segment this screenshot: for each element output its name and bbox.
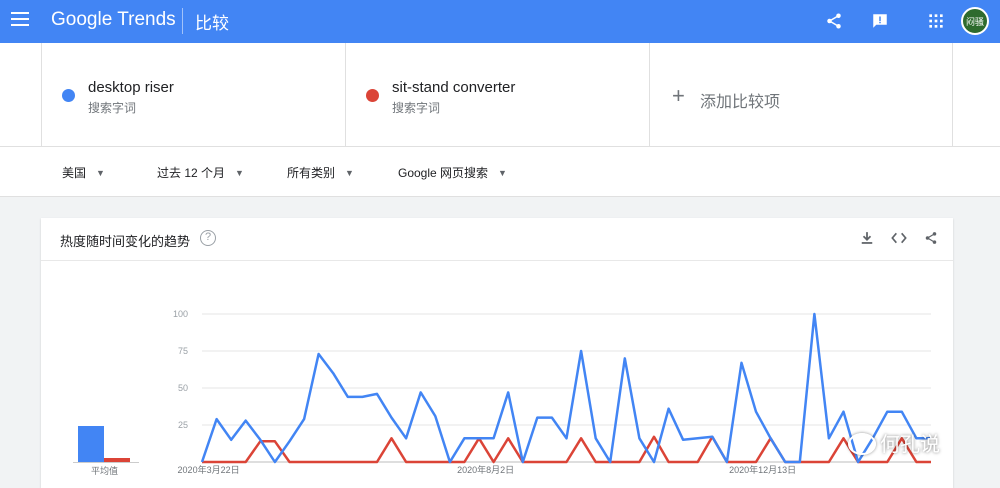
time-filter[interactable]: 过去 12 个月 ▼ bbox=[157, 164, 244, 181]
category-filter-label: 所有类别 bbox=[287, 166, 336, 180]
term-name: desktop riser bbox=[88, 79, 174, 96]
feedback-icon[interactable] bbox=[868, 9, 892, 33]
wechat-logo-icon bbox=[848, 433, 876, 455]
apps-grid-icon[interactable] bbox=[924, 9, 948, 33]
page-title: 比较 bbox=[195, 14, 229, 33]
dropdown-arrow-icon: ▼ bbox=[96, 168, 105, 178]
term-card-desktop-riser[interactable]: desktop riser 搜索字词 bbox=[41, 43, 345, 147]
watermark-text: 何孔说 bbox=[880, 434, 940, 456]
y-tick-label: 25 bbox=[178, 420, 188, 430]
filters-bar: 美国 ▼ 过去 12 个月 ▼ 所有类别 ▼ Google 网页搜索 ▼ bbox=[0, 147, 1000, 197]
y-tick-label: 50 bbox=[178, 383, 188, 393]
logo-trends-text: Trends bbox=[117, 9, 176, 30]
add-comparison-button[interactable]: + 添加比较项 bbox=[649, 43, 953, 147]
search-type-filter[interactable]: Google 网页搜索 ▼ bbox=[398, 164, 507, 181]
term-type: 搜索字词 bbox=[392, 101, 441, 115]
search-type-filter-label: Google 网页搜索 bbox=[398, 166, 489, 180]
y-tick-label: 100 bbox=[173, 309, 188, 319]
x-tick-label: 2020年3月22日 bbox=[178, 464, 240, 475]
dropdown-arrow-icon: ▼ bbox=[235, 168, 244, 178]
time-filter-label: 过去 12 个月 bbox=[157, 166, 226, 180]
hamburger-menu-icon[interactable] bbox=[11, 12, 29, 26]
logo-google-text: Google bbox=[51, 9, 113, 30]
x-tick-label: 2020年12月13日 bbox=[729, 464, 796, 475]
series-line-sit-stand-converter bbox=[202, 435, 931, 464]
series-color-dot bbox=[366, 89, 379, 102]
plus-icon: + bbox=[672, 83, 685, 108]
trend-line-chart[interactable]: 25 50 75 100 2020年3月22日 2020年8月2日 2020年12月13日 bbox=[41, 218, 953, 488]
x-tick-label: 2020年8月2日 bbox=[457, 464, 514, 475]
category-filter[interactable]: 所有类别 ▼ bbox=[287, 164, 354, 181]
watermark: 何孔说 bbox=[848, 428, 940, 457]
user-avatar[interactable]: 闷骚 bbox=[961, 7, 989, 35]
series-color-dot bbox=[62, 89, 75, 102]
region-filter[interactable]: 美国 ▼ bbox=[62, 164, 105, 181]
share-icon[interactable] bbox=[822, 9, 846, 33]
term-type: 搜索字词 bbox=[88, 101, 137, 115]
topbar-divider bbox=[182, 8, 183, 34]
top-app-bar: Google Trends 比较 闷骚 bbox=[0, 0, 1000, 43]
region-filter-label: 美国 bbox=[62, 166, 87, 180]
term-name: sit-stand converter bbox=[392, 79, 516, 96]
y-tick-label: 75 bbox=[178, 346, 188, 356]
comparison-terms-bar: desktop riser 搜索字词 sit-stand converter 搜… bbox=[0, 43, 1000, 147]
add-comparison-label: 添加比较项 bbox=[700, 94, 781, 111]
term-card-sit-stand-converter[interactable]: sit-stand converter 搜索字词 bbox=[345, 43, 649, 147]
dropdown-arrow-icon: ▼ bbox=[345, 168, 354, 178]
dropdown-arrow-icon: ▼ bbox=[498, 168, 507, 178]
google-trends-logo[interactable]: Google Trends bbox=[51, 9, 176, 31]
